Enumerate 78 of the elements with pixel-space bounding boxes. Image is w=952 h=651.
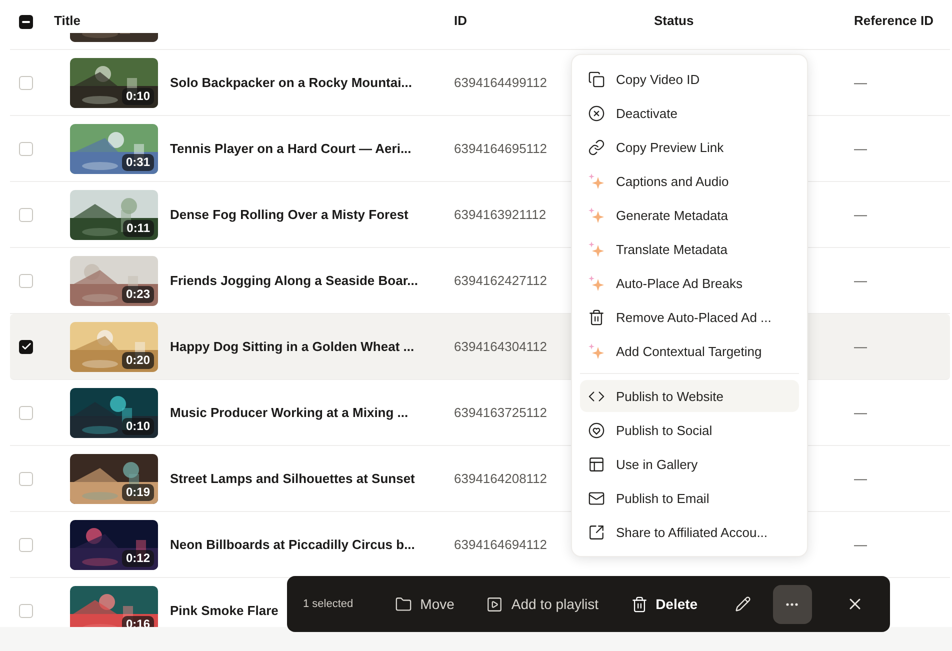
more-icon (786, 602, 798, 606)
layout-icon (588, 456, 605, 472)
menu-item[interactable]: Use in Gallery (580, 448, 799, 480)
video-id: 6394164499112 (454, 75, 548, 90)
reference-id: — (854, 405, 867, 420)
video-id: 6394164695112 (454, 141, 548, 156)
row-checkbox[interactable] (19, 472, 33, 486)
sparkle-icon (588, 274, 605, 292)
row-checkbox[interactable] (19, 274, 33, 288)
sparkle-icon (588, 206, 605, 224)
video-id: 6394164694112 (454, 537, 548, 552)
video-id: 6394164208112 (454, 471, 548, 486)
circle-x-icon (588, 104, 605, 122)
video-title[interactable]: Music Producer Working at a Mixing ... (170, 405, 408, 420)
action-button[interactable]: Move (395, 596, 454, 612)
reference-id: — (854, 141, 867, 156)
column-header[interactable]: Reference ID (854, 13, 952, 29)
video-title[interactable]: Happy Dog Sitting in a Golden Wheat ... (170, 339, 414, 354)
row-checkbox[interactable] (19, 76, 33, 90)
selection-count: 1 selected (303, 598, 354, 610)
row-checkbox[interactable] (19, 142, 33, 156)
folder-icon (395, 596, 412, 612)
reference-id: — (854, 273, 867, 288)
reference-id: — (854, 207, 867, 222)
heart-circle-icon (588, 422, 605, 438)
reference-id: — (854, 471, 867, 486)
video-title[interactable]: Solo Backpacker on a Rocky Mountai... (170, 75, 412, 90)
menu-item[interactable]: Translate Metadata (580, 233, 799, 265)
action-button[interactable]: Delete (630, 596, 698, 612)
sparkle-icon (588, 240, 605, 258)
menu-item[interactable]: Add Contextual Targeting (580, 335, 799, 367)
row-checkbox[interactable] (19, 208, 33, 222)
copy-icon (588, 70, 605, 88)
action-button[interactable]: Add to playlist (486, 596, 599, 612)
video-id: 6394163921112 (454, 207, 546, 222)
reference-id: — (854, 339, 867, 354)
sparkle-icon (588, 342, 605, 360)
minus-icon (22, 21, 30, 23)
video-title[interactable]: Pink Smoke Flare (170, 603, 278, 618)
menu-item[interactable]: Captions and Audio (580, 165, 799, 197)
menu-item[interactable]: Deactivate (580, 97, 799, 129)
trash-icon (588, 308, 605, 326)
video-id: 6394163725112 (454, 405, 548, 420)
column-header[interactable]: Title (54, 13, 454, 29)
video-title[interactable]: Neon Billboards at Piccadilly Circus b... (170, 537, 415, 552)
video-title[interactable]: Tennis Player on a Hard Court — Aeri... (170, 141, 412, 156)
menu-item[interactable]: Publish to Social (580, 414, 799, 446)
row-checkbox[interactable] (19, 340, 33, 354)
menu-item[interactable]: Publish to Email (580, 482, 799, 514)
check-icon (20, 341, 32, 352)
menu-item[interactable]: Auto-Place Ad Breaks (580, 267, 799, 299)
sparkle-icon (588, 172, 605, 190)
pencil-icon (734, 596, 751, 612)
reference-id: — (854, 75, 867, 90)
external-link-icon (588, 524, 605, 540)
row-checkbox[interactable] (19, 406, 33, 420)
video-id: 6394162427112 (454, 273, 548, 288)
video-id: 6394164304112 (454, 339, 548, 354)
video-title[interactable]: Street Lamps and Silhouettes at Sunset (170, 471, 415, 486)
column-header[interactable]: ID (454, 13, 654, 29)
link-icon (588, 138, 605, 156)
mail-icon (588, 490, 605, 506)
menu-item[interactable]: Copy Video ID (580, 63, 799, 95)
menu-item[interactable]: Share to Affiliated Accou... (580, 516, 799, 548)
menu-item[interactable]: Generate Metadata (580, 199, 799, 231)
more-button[interactable] (773, 584, 812, 624)
select-all-checkbox[interactable] (19, 15, 33, 29)
menu-item[interactable]: Publish to Website (580, 380, 799, 412)
menu-item[interactable]: Copy Preview Link (580, 131, 799, 163)
row-checkbox[interactable] (19, 538, 33, 552)
trash-icon (630, 596, 648, 612)
video-title[interactable]: Dense Fog Rolling Over a Misty Forest (170, 207, 408, 222)
column-header[interactable]: Status (654, 13, 854, 29)
menu-item[interactable]: Remove Auto-Placed Ad ... (580, 301, 799, 333)
row-checkbox[interactable] (19, 604, 33, 618)
play-icon (486, 596, 504, 612)
video-title[interactable]: Friends Jogging Along a Seaside Boar... (170, 273, 418, 288)
reference-id: — (854, 537, 867, 552)
